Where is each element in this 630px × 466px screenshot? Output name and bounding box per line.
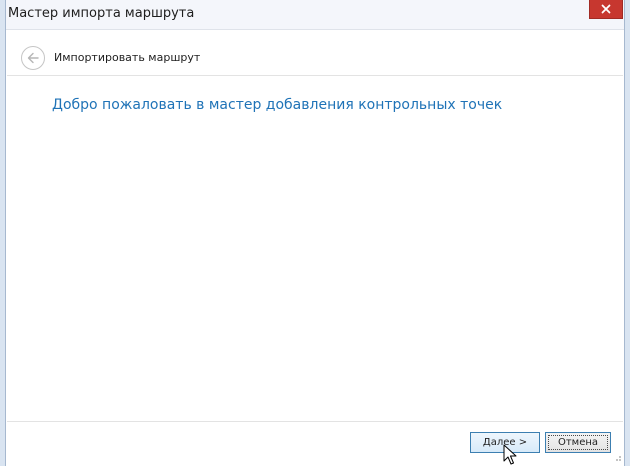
close-button[interactable] (589, 0, 623, 19)
resize-grip-icon[interactable] (612, 452, 622, 462)
window-title: Мастер импорта маршрута (8, 6, 195, 21)
wizard-window: Мастер импорта маршрута Импортировать ма… (0, 0, 630, 466)
wizard-content (7, 77, 623, 417)
window-frame-right (624, 0, 630, 466)
cancel-button[interactable]: Отмена (545, 432, 611, 453)
mouse-cursor-icon (503, 444, 517, 465)
cancel-button-label: Отмена (557, 437, 599, 448)
title-bar[interactable]: Мастер импорта маршрута (0, 0, 630, 30)
page-title: Импортировать маршрут (54, 51, 201, 64)
close-icon (601, 4, 611, 14)
window-frame-left (0, 0, 6, 466)
back-arrow-icon (27, 52, 39, 64)
welcome-heading: Добро пожаловать в мастер добавления кон… (52, 97, 503, 113)
back-button[interactable] (21, 46, 45, 70)
